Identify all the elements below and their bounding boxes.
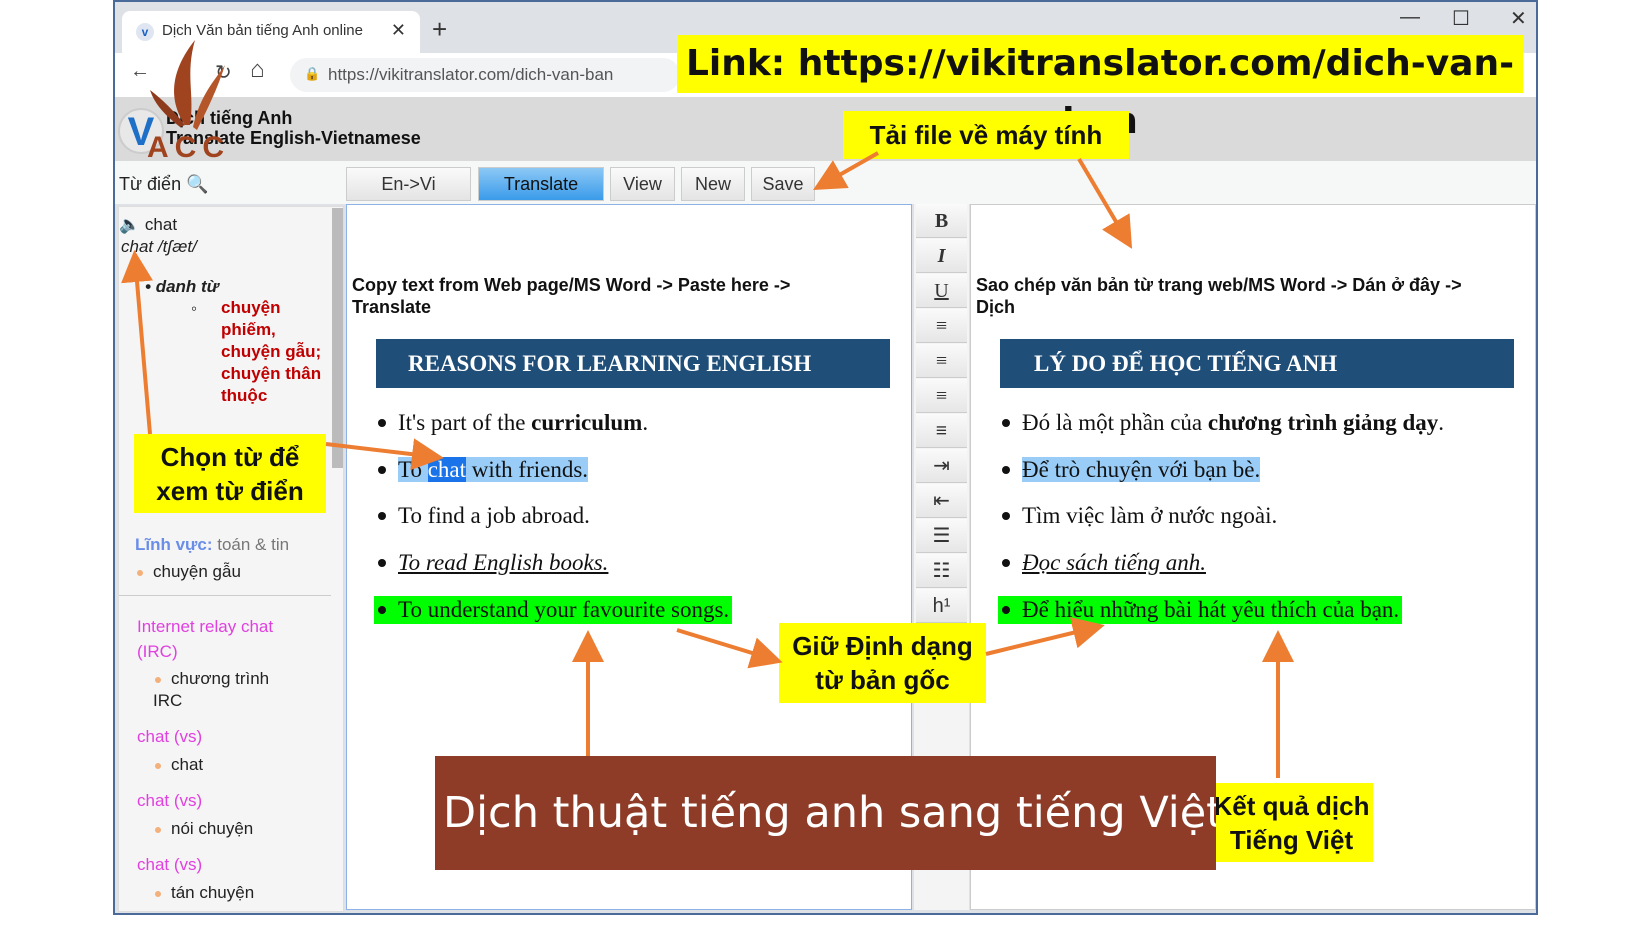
arrow-to-chat (325, 438, 444, 471)
arrow-to-target (1077, 157, 1133, 249)
arrow-keep-left (676, 628, 783, 669)
vacc-logo: ACC (147, 40, 230, 160)
svg-text:ACC: ACC (147, 131, 230, 160)
annotation-arrows (121, 151, 1294, 778)
arrow-to-save (813, 151, 879, 190)
arrow-keep-right (985, 617, 1105, 656)
arrow-to-phonetic (121, 250, 153, 435)
